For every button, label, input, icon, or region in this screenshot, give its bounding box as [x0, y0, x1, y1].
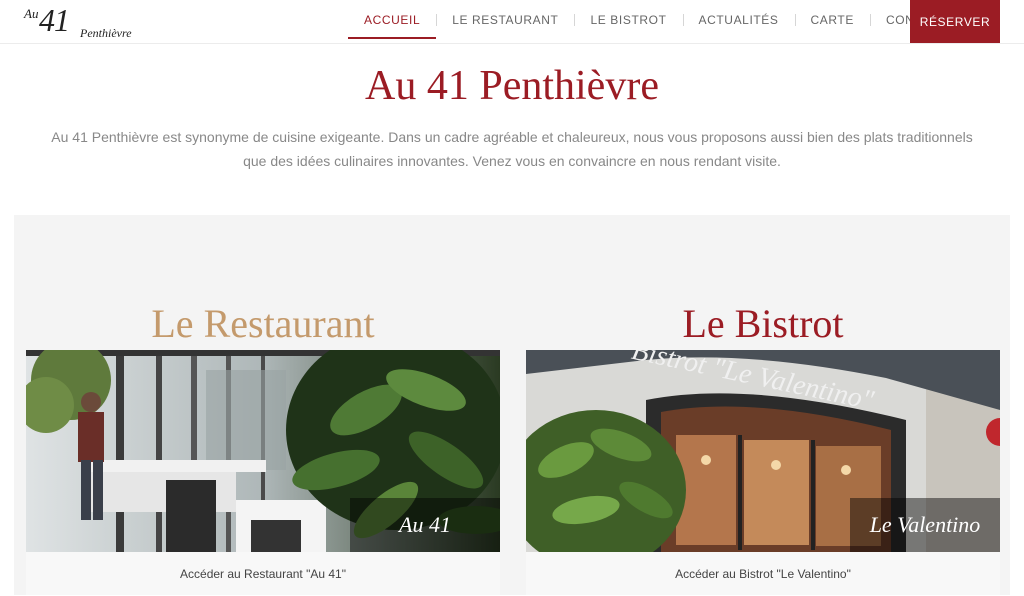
restaurant-photo-label: Au 41	[350, 498, 500, 552]
restaurant-photo[interactable]: Au 41	[26, 350, 500, 552]
nav-le-bistrot[interactable]: LE BISTROT	[574, 0, 682, 40]
restaurant-link[interactable]: Accéder au Restaurant "Au 41"	[26, 552, 500, 595]
logo-name: Penthièvre	[80, 26, 132, 40]
logo[interactable]: Au 41 Penthièvre	[24, 2, 136, 40]
bistrot-photo[interactable]: Bistrot "Le Valentino" Le Valentino	[526, 350, 1000, 552]
nav-carte[interactable]: CARTE	[794, 0, 870, 40]
bistrot-link[interactable]: Accéder au Bistrot "Le Valentino"	[526, 552, 1000, 595]
intro-text: Au 41 Penthièvre est synonyme de cuisine…	[51, 129, 973, 169]
logo-au: Au	[24, 6, 39, 21]
restaurant-title: Le Restaurant	[151, 301, 375, 346]
nav-accueil[interactable]: ACCUEIL	[348, 0, 437, 40]
site-header: Au 41 Penthièvre ACCUEIL LE RESTAURANT L…	[0, 0, 1024, 44]
bistrot-title: Le Bistrot	[682, 301, 844, 346]
nav-actualites[interactable]: ACTUALITÉS	[682, 0, 795, 40]
nav-le-restaurant[interactable]: LE RESTAURANT	[436, 0, 574, 40]
logo-number: 41	[39, 2, 70, 38]
bistrot-photo-label: Le Valentino	[850, 498, 1000, 552]
main-nav: ACCUEIL LE RESTAURANT LE BISTROT ACTUALI…	[348, 0, 963, 40]
page-title: Au 41 Penthièvre	[365, 63, 659, 109]
reserve-button[interactable]: RÉSERVER	[910, 0, 1000, 43]
